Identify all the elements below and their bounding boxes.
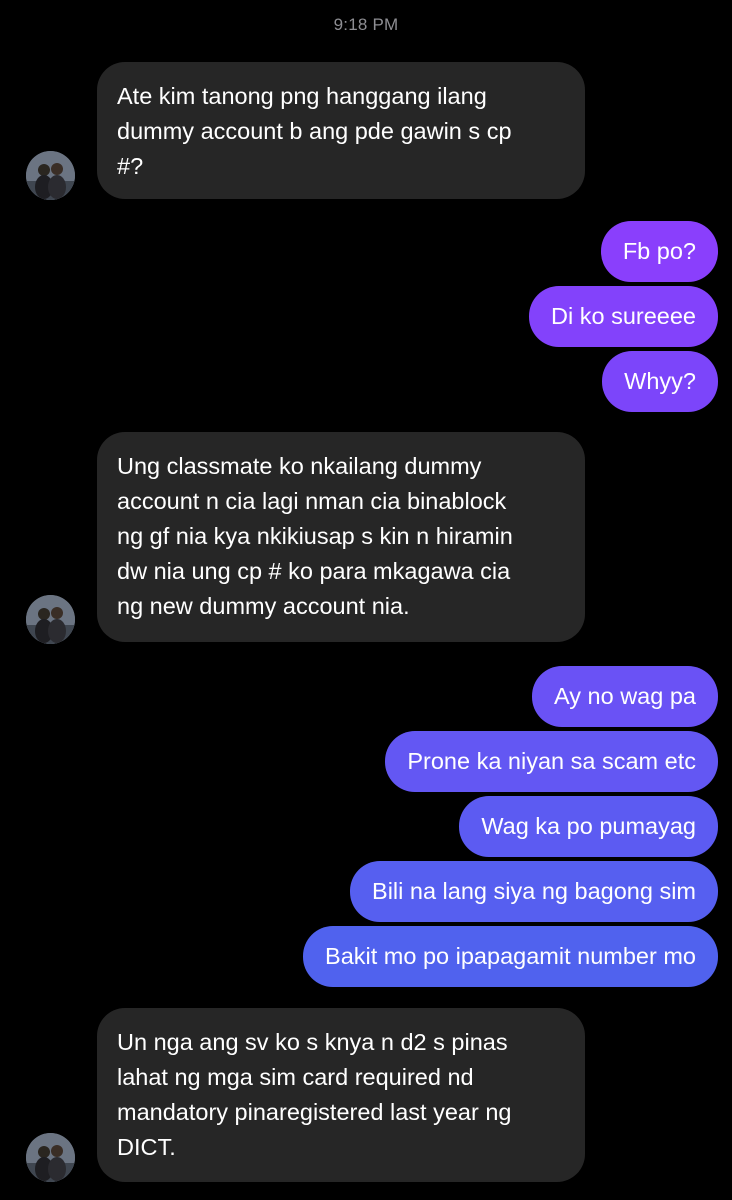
message-text-line: Un nga ang sv ko s knya n d2 s pinas xyxy=(117,1029,508,1055)
message-text-line: dw nia ung cp # ko para mkagawa cia xyxy=(117,558,511,584)
avatar-photo-icon xyxy=(26,151,75,200)
message-text-line: mandatory pinaregistered last year ng xyxy=(117,1099,512,1125)
message-text-line: ng gf nia kya nkikiusap s kin n hiramin xyxy=(117,523,513,549)
message-text-line: dummy account b ang pde gawin s cp xyxy=(117,118,512,144)
outgoing-message-bubble[interactable]: Prone ka niyan sa scam etc xyxy=(385,731,718,792)
incoming-message-bubble[interactable]: Ung classmate ko nkailang dummy account … xyxy=(97,432,585,642)
contact-avatar[interactable] xyxy=(26,151,75,200)
avatar-photo-icon xyxy=(26,1133,75,1182)
message-text-line: #? xyxy=(117,153,144,179)
outgoing-message-bubble[interactable]: Bakit mo po ipapagamit number mo xyxy=(303,926,718,987)
incoming-message-bubble[interactable]: Ate kim tanong png hanggang ilang dummy … xyxy=(97,62,585,199)
message-text-line: ng new dummy account nia. xyxy=(117,593,410,619)
avatar-photo-icon xyxy=(26,595,75,644)
outgoing-message-bubble[interactable]: Bili na lang siya ng bagong sim xyxy=(350,861,718,922)
message-text-line: account n cia lagi nman cia binablock xyxy=(117,488,507,514)
message-text-line: Ate kim tanong png hanggang ilang xyxy=(117,83,487,109)
outgoing-message-bubble[interactable]: Whyy? xyxy=(602,351,718,412)
incoming-message-bubble[interactable]: Un nga ang sv ko s knya n d2 s pinas lah… xyxy=(97,1008,585,1182)
outgoing-message-bubble[interactable]: Ay no wag pa xyxy=(532,666,718,727)
message-text-line: Ung classmate ko nkailang dummy xyxy=(117,453,482,479)
message-timestamp: 9:18 PM xyxy=(333,15,399,34)
contact-avatar[interactable] xyxy=(26,595,75,644)
message-text-line: lahat ng mga sim card required nd xyxy=(117,1064,474,1090)
message-text-line: DICT. xyxy=(117,1134,176,1160)
outgoing-message-bubble[interactable]: Di ko sureeee xyxy=(529,286,718,347)
contact-avatar[interactable] xyxy=(26,1133,75,1182)
outgoing-message-bubble[interactable]: Fb po? xyxy=(600,221,718,282)
outgoing-message-bubble[interactable]: Wag ka po pumayag xyxy=(459,796,718,857)
